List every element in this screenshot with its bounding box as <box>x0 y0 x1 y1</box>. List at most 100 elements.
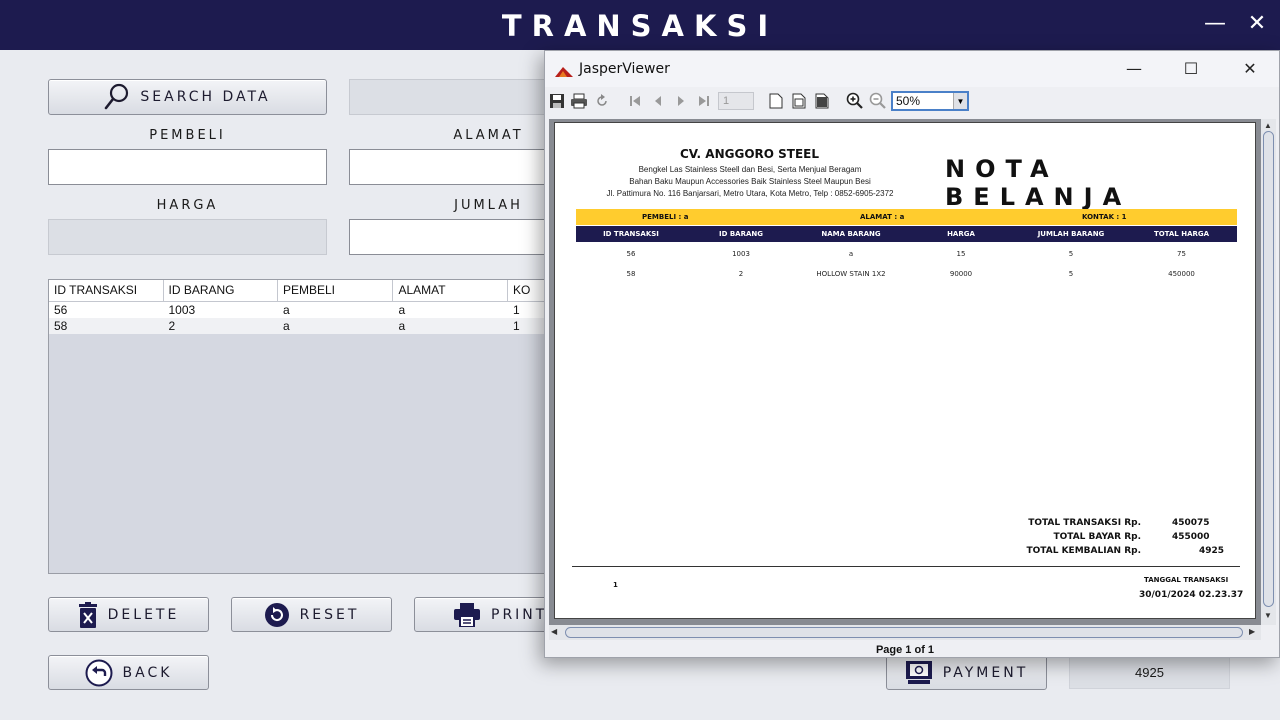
harga-field[interactable] <box>48 219 327 255</box>
jumlah-input[interactable] <box>350 220 548 254</box>
horizontal-scroll-thumb[interactable] <box>565 627 1243 638</box>
save-icon[interactable] <box>548 92 566 110</box>
total-bayar-value: 455000 <box>1172 532 1210 542</box>
report-canvas[interactable]: CV. ANGGORO STEEL Bengkel Las Stainless … <box>549 119 1261 625</box>
scroll-up-icon[interactable]: ▲ <box>1264 121 1272 130</box>
search-data-button[interactable]: SEARCH DATA <box>48 79 327 115</box>
chevron-down-icon[interactable]: ▼ <box>953 93 967 109</box>
zoom-combobox[interactable]: 50% ▼ <box>891 91 969 111</box>
report-heading: NOTA BELANJA <box>945 155 1132 211</box>
viewer-minimize-button[interactable]: — <box>1116 57 1152 81</box>
delete-button[interactable]: DELETE <box>48 597 209 632</box>
total-transaksi-value: 450075 <box>1172 518 1210 528</box>
total-transaksi-label: TOTAL TRANSAKSI Rp. <box>1028 518 1141 528</box>
zoom-in-icon[interactable] <box>846 92 864 110</box>
jumlah-field[interactable] <box>349 219 549 255</box>
jasper-logo-icon <box>555 64 573 82</box>
viewer-maximize-button[interactable]: ☐ <box>1173 57 1209 81</box>
kembalian-display: 4925 <box>1069 655 1230 689</box>
report-column-header: HARGA <box>947 230 975 238</box>
zoom-out-icon[interactable] <box>869 92 887 110</box>
last-page-icon[interactable] <box>695 92 713 110</box>
table-cell: 1003 <box>168 303 196 317</box>
fit-width-icon[interactable] <box>813 92 831 110</box>
actual-size-icon[interactable] <box>767 92 785 110</box>
report-cell: 15 <box>956 250 966 258</box>
payment-icon <box>905 660 933 686</box>
report-cell: 75 <box>1177 250 1186 258</box>
company-line: Bengkel Las Stainless Steell dan Besi, S… <box>638 165 862 174</box>
fit-page-icon[interactable] <box>790 92 808 110</box>
viewer-close-button[interactable]: ✕ <box>1232 57 1268 81</box>
scroll-right-icon[interactable]: ▶ <box>1249 627 1255 636</box>
report-cell: 5 <box>1068 250 1074 258</box>
pembeli-input[interactable] <box>49 150 326 184</box>
column-header[interactable]: ALAMAT <box>393 280 508 301</box>
table-header: ID TRANSAKSI ID BARANG PEMBELI ALAMAT KO <box>49 280 547 302</box>
back-button[interactable]: BACK <box>48 655 209 690</box>
next-page-icon[interactable] <box>672 92 690 110</box>
pembeli-info: PEMBELI : a <box>642 213 689 221</box>
report-cell: 450000 <box>1168 270 1195 278</box>
table-cell: 2 <box>168 319 176 333</box>
report-cell: 1003 <box>732 250 750 258</box>
jasper-viewer-window[interactable]: JasperViewer — ☐ ✕ 1 50% ▼ CV. ANGGORO S… <box>544 50 1280 658</box>
page-number-input[interactable]: 1 <box>718 92 754 110</box>
column-header[interactable]: ID TRANSAKSI <box>49 280 164 301</box>
table-cell: a <box>398 319 406 333</box>
alamat-field[interactable] <box>349 149 549 185</box>
minimize-button[interactable]: — <box>1200 10 1230 38</box>
column-header[interactable]: ID BARANG <box>164 280 278 301</box>
previous-page-icon[interactable] <box>649 92 667 110</box>
payment-label: PAYMENT <box>942 664 1029 681</box>
reload-icon[interactable] <box>593 92 611 110</box>
report-cell: 90000 <box>949 270 973 278</box>
search-icon <box>104 83 130 111</box>
page-status: Page 1 of 1 <box>875 644 935 656</box>
table-row[interactable]: 56 1003 a a 1 <box>49 302 547 318</box>
report-column-header: ID TRANSAKSI <box>603 230 659 238</box>
report-cell: 2 <box>738 270 744 278</box>
app-header: TRANSAKSI — ✕ <box>0 0 1280 50</box>
print-button[interactable]: PRINT <box>414 597 549 632</box>
tanggal-label: TANGGAL TRANSAKSI <box>1144 576 1229 584</box>
company-name: CV. ANGGORO STEEL <box>680 147 820 161</box>
column-header[interactable]: KO <box>508 280 547 301</box>
print-icon[interactable] <box>570 92 588 110</box>
report-cell: HOLLOW STAIN 1X2 <box>816 270 886 278</box>
company-line: Bahan Baku Maupun Accessories Baik Stain… <box>629 177 871 186</box>
search-input-field[interactable] <box>350 80 548 114</box>
scroll-left-icon[interactable]: ◀ <box>551 627 557 636</box>
horizontal-scrollbar[interactable]: ◀ ▶ <box>549 625 1261 640</box>
vertical-scroll-thumb[interactable] <box>1263 131 1274 607</box>
scroll-down-icon[interactable]: ▼ <box>1264 611 1272 620</box>
first-page-icon[interactable] <box>626 92 644 110</box>
report-cell: 56 <box>626 250 636 258</box>
zoom-value[interactable]: 50% <box>893 93 953 109</box>
table-cell: a <box>283 303 290 317</box>
back-label: BACK <box>122 664 173 681</box>
reset-icon <box>264 602 290 628</box>
viewer-toolbar: 1 50% ▼ <box>545 89 1279 113</box>
pembeli-label: PEMBELI <box>149 128 226 143</box>
table-row[interactable]: 58 2 a a 1 <box>49 318 547 334</box>
payment-button[interactable]: PAYMENT <box>886 655 1047 690</box>
harga-input[interactable] <box>49 220 326 254</box>
transaction-table[interactable]: ID TRANSAKSI ID BARANG PEMBELI ALAMAT KO… <box>48 279 548 574</box>
vertical-scrollbar[interactable]: ▲ ▼ <box>1261 119 1276 625</box>
report-cell: a <box>848 250 854 258</box>
table-cell: 56 <box>54 303 68 317</box>
search-input[interactable] <box>349 79 549 115</box>
delete-label: DELETE <box>107 606 180 623</box>
close-button[interactable]: ✕ <box>1242 10 1272 38</box>
page-footer-number: 1 <box>613 581 618 589</box>
jasper-viewer-titlebar[interactable]: JasperViewer — ☐ ✕ <box>545 51 1279 87</box>
reset-button[interactable]: RESET <box>231 597 392 632</box>
pembeli-field[interactable] <box>48 149 327 185</box>
total-kembalian-value: 4925 <box>1199 546 1225 556</box>
alamat-info: ALAMAT : a <box>860 213 905 221</box>
column-header[interactable]: PEMBELI <box>278 280 394 301</box>
alamat-input[interactable] <box>350 150 548 184</box>
table-cell: 1 <box>512 303 520 317</box>
report-column-header: TOTAL HARGA <box>1153 230 1210 238</box>
